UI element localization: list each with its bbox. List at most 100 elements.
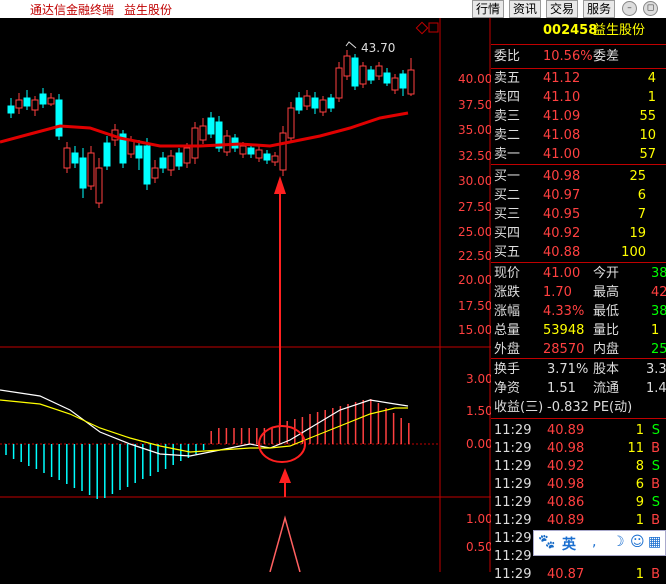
high-marker <box>345 41 357 49</box>
candle-body <box>55 99 63 137</box>
candle-body <box>399 73 407 89</box>
menu-trade[interactable]: 交易 <box>546 0 578 18</box>
stock-header: 002458 益生股份 <box>491 22 666 40</box>
cell: 40.92 <box>547 459 585 474</box>
candle-body <box>15 99 23 109</box>
candle-body <box>407 69 415 95</box>
macd-tick: 1.50 <box>466 404 491 418</box>
diamond-icon[interactable] <box>415 21 429 35</box>
candle-body <box>135 145 143 159</box>
moon-icon[interactable]: ☽ <box>612 534 625 550</box>
cell: 4.33% <box>543 304 585 319</box>
cell: 涨幅 <box>494 304 521 319</box>
cell: 换手 <box>494 362 521 377</box>
arrow-head-icon <box>279 468 291 483</box>
square-icon[interactable] <box>428 22 439 33</box>
candle-body <box>247 147 255 155</box>
candle-body <box>359 65 367 85</box>
cell: 1 <box>635 513 644 528</box>
cell: 40.98 <box>543 169 581 184</box>
cell: 买三 <box>494 207 521 222</box>
price-tick: 25.00 <box>458 225 491 239</box>
high-label: 43.70 <box>361 41 395 55</box>
arrow-head-icon <box>274 176 286 194</box>
bid-row: 买一 40.98 25 <box>491 168 666 186</box>
cell: 4 <box>647 71 656 86</box>
candle-body <box>207 117 215 135</box>
cell: 41.08 <box>543 128 581 143</box>
candle-body <box>263 153 271 161</box>
menu-news[interactable]: 资讯 <box>509 0 541 18</box>
stock-name-title: 益生股份 <box>124 3 173 17</box>
cell: 40.89 <box>547 423 585 438</box>
cell: 57 <box>639 147 656 162</box>
candle-body <box>95 167 103 204</box>
app-name: 通达信金融终端 <box>30 3 115 17</box>
minimize-icon[interactable]: – <box>622 1 637 16</box>
ask-row: 卖二 41.08 10 <box>491 127 666 145</box>
cell: 卖五 <box>494 71 521 86</box>
price-tick: 40.00 <box>458 72 491 86</box>
candle-body <box>47 97 55 105</box>
title-bar: 通达信金融终端 益生股份 行情 资讯 交易 服务 – ◻ <box>0 0 666 18</box>
ime-toolbar[interactable]: 🐾 英 , ☽ ☺ ▦ <box>533 530 666 556</box>
cell: 11:29 <box>494 459 532 474</box>
cell: 25 <box>651 342 666 357</box>
cell: 卖二 <box>494 128 521 143</box>
cell: 流通 <box>593 381 620 396</box>
cell: S <box>651 495 660 510</box>
macd-tick: 0.00 <box>466 437 491 451</box>
restore-icon[interactable]: ◻ <box>643 1 658 16</box>
cell: 净资 <box>494 381 521 396</box>
cell: 19 <box>629 226 646 241</box>
candle-body <box>143 145 151 185</box>
candle-body <box>71 152 79 164</box>
cell: 6 <box>635 477 644 492</box>
tick-row: 11:29 40.89 1 B <box>491 512 666 530</box>
candle-body <box>311 97 319 109</box>
cell: 卖三 <box>494 109 521 124</box>
candle-body <box>383 72 391 84</box>
candle-body <box>391 77 399 91</box>
cell: B <box>651 567 660 582</box>
cell: S <box>651 423 660 438</box>
ime-lang[interactable]: 英 <box>562 534 576 554</box>
cell: 55 <box>639 109 656 124</box>
candle-body <box>175 152 183 167</box>
grid-icon[interactable]: ▦ <box>648 534 661 550</box>
cell: 1 <box>647 90 656 105</box>
tick-row: 11:29 40.87 1 B <box>491 566 666 584</box>
tick-row: 11:29 40.98 11 B <box>491 440 666 458</box>
cell: 买五 <box>494 245 521 260</box>
cell: 25 <box>629 169 646 184</box>
ask-row: 卖三 41.09 55 <box>491 108 666 126</box>
face-icon[interactable]: ☺ <box>630 534 645 550</box>
price-tick: 37.50 <box>458 98 491 112</box>
cell: 11:29 <box>494 423 532 438</box>
candle-body <box>103 142 111 167</box>
cell: 1.51 <box>547 381 576 396</box>
stat2-row: 净资 1.51 流通 1.4 <box>491 380 666 398</box>
kline-chart[interactable]: 40.00 37.50 35.00 32.50 30.00 27.50 25.0… <box>0 18 491 572</box>
bid-row: 买四 40.92 19 <box>491 225 666 243</box>
ask-row: 卖四 41.10 1 <box>491 89 666 107</box>
stock-name: 益生股份 <box>593 23 646 38</box>
price-tick: 32.50 <box>458 149 491 163</box>
ask-row: 卖五 41.12 4 <box>491 70 666 88</box>
cell: 40.86 <box>547 495 585 510</box>
cell: 股本 <box>593 362 620 377</box>
bid-row: 买三 40.95 7 <box>491 206 666 224</box>
menu-service[interactable]: 服务 <box>583 0 615 18</box>
cell: 11:29 <box>494 531 532 546</box>
stat2-row: 收益(三) -0.832 PE(动) <box>491 399 666 417</box>
price-tick: 27.50 <box>458 200 491 214</box>
candle-body <box>151 167 159 179</box>
menu-quotes[interactable]: 行情 <box>472 0 504 18</box>
cell: 今开 <box>593 266 620 281</box>
comma-icon[interactable]: , <box>592 534 596 550</box>
cell: 涨跌 <box>494 285 521 300</box>
cell: 买一 <box>494 169 521 184</box>
paw-icon[interactable]: 🐾 <box>538 534 555 550</box>
cell: 11:29 <box>494 567 532 582</box>
bottom-peak-line <box>269 515 301 572</box>
